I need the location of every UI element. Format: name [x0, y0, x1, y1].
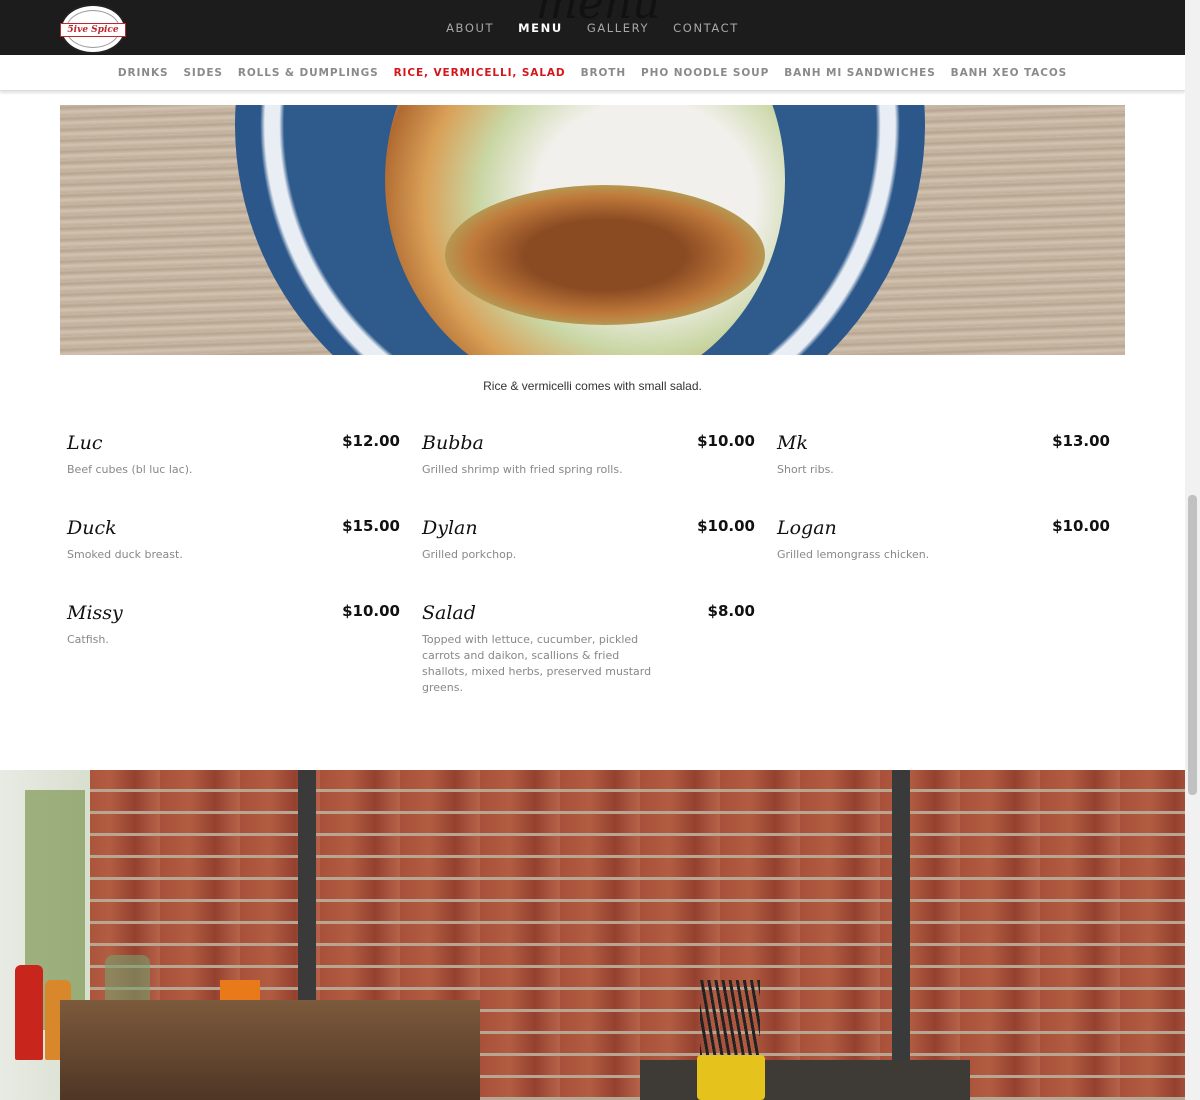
grilled-meat-area: [445, 185, 765, 325]
category-banh-xeo-tacos[interactable]: BANH XEO TACOS: [943, 67, 1074, 79]
menu-item-description: Smoked duck breast.: [67, 548, 183, 561]
menu-item-price: $12.00: [342, 432, 400, 450]
category-pho-noodle-soup[interactable]: PHO NOODLE SOUP: [634, 67, 777, 79]
category-drinks[interactable]: DRINKS: [110, 67, 176, 79]
menu-item-price: $10.00: [342, 602, 400, 620]
menu-item-price: $10.00: [697, 517, 755, 535]
sriracha-bottle: [15, 965, 43, 1060]
menu-category-nav: DRINKS SIDES ROLLS & DUMPLINGS RICE, VER…: [0, 55, 1185, 91]
menu-item-name: Missy: [67, 602, 123, 624]
menu-item-name: Duck: [67, 517, 117, 539]
menu-item-name: Dylan: [422, 517, 478, 539]
category-banh-mi-sandwiches[interactable]: BANH MI SANDWICHES: [777, 67, 943, 79]
menu-item-description: Beef cubes (bl luc lac).: [67, 463, 193, 476]
menu-item-price: $10.00: [1052, 517, 1110, 535]
menu-item-name: Salad: [422, 602, 476, 624]
category-broth[interactable]: BROTH: [573, 67, 633, 79]
menu-item-description: Grilled lemongrass chicken.: [777, 548, 930, 561]
wooden-table: [60, 1000, 480, 1100]
menu-item-description: Short ribs.: [777, 463, 834, 476]
menu-item-name: Logan: [777, 517, 837, 539]
nav-gallery[interactable]: GALLERY: [575, 21, 661, 35]
menu-item-name: Luc: [67, 432, 103, 454]
menu-item-description: Catfish.: [67, 633, 109, 646]
menu-item-description: Grilled porkchop.: [422, 548, 517, 561]
menu-item-price: $8.00: [707, 602, 755, 620]
menu-item-price: $10.00: [697, 432, 755, 450]
menu-item-price: $15.00: [342, 517, 400, 535]
nav-about[interactable]: ABOUT: [434, 21, 506, 35]
main-nav: ABOUT MENU GALLERY CONTACT: [0, 21, 1185, 35]
top-navbar: menu 5ive Spice ABOUT MENU GALLERY CONTA…: [0, 0, 1185, 55]
menu-item-description: Grilled shrimp with fried spring rolls.: [422, 463, 623, 476]
restaurant-interior-photo: [0, 770, 1185, 1100]
menu-item-description: Topped with lettuce, cucumber, pickled c…: [422, 633, 652, 694]
category-rice-vermicelli-salad[interactable]: RICE, VERMICELLI, SALAD: [386, 67, 573, 79]
nav-contact[interactable]: CONTACT: [661, 21, 751, 35]
menu-item-price: $13.00: [1052, 432, 1110, 450]
vermicelli-bowl-photo: [235, 105, 925, 355]
pipe-right: [892, 770, 910, 1100]
nav-menu[interactable]: MENU: [506, 21, 575, 35]
scrollbar-thumb[interactable]: [1188, 495, 1197, 795]
category-sides[interactable]: SIDES: [176, 67, 230, 79]
hero-food-image: [60, 105, 1125, 355]
yellow-can: [697, 1055, 765, 1100]
chopsticks: [700, 980, 760, 1060]
category-rolls-dumplings[interactable]: ROLLS & DUMPLINGS: [230, 67, 386, 79]
menu-item-name: Mk: [777, 432, 808, 454]
menu-item-name: Bubba: [422, 432, 484, 454]
page-scrollbar[interactable]: [1185, 0, 1200, 1100]
metal-shelf: [640, 1060, 970, 1100]
section-caption: Rice & vermicelli comes with small salad…: [483, 379, 702, 393]
